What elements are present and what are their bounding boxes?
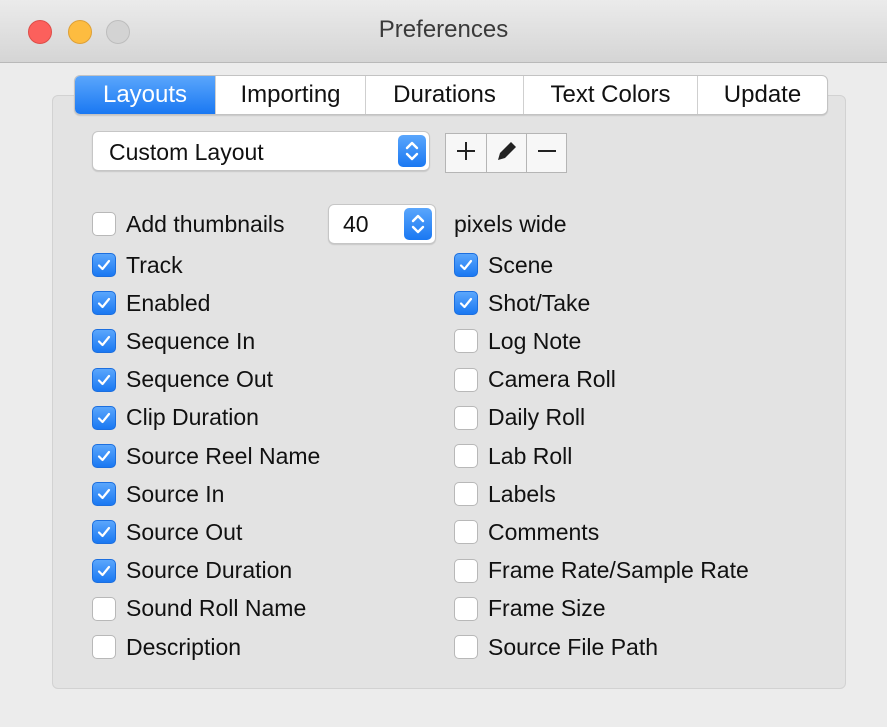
title-bar[interactable]: Preferences	[0, 0, 887, 63]
comments-label: Comments	[488, 518, 600, 545]
lab-roll-label: Lab Roll	[488, 442, 573, 469]
camera-roll-checkbox[interactable]: Camera Roll	[454, 363, 616, 397]
layout-select[interactable]: Custom Layout	[92, 131, 430, 171]
source-reel-name-label: Source Reel Name	[126, 442, 321, 469]
pencil-icon	[495, 139, 519, 168]
enabled-checkbox[interactable]: Enabled	[92, 286, 210, 320]
checkbox[interactable]	[92, 329, 116, 354]
frame-size-label: Frame Size	[488, 595, 606, 622]
frame-rate-sample-rate-label: Frame Rate/Sample Rate	[488, 557, 749, 584]
sequence-in-checkbox[interactable]: Sequence In	[92, 324, 255, 358]
tab-durations[interactable]: Durations	[365, 76, 523, 114]
updown-chevron-icon[interactable]	[404, 208, 432, 240]
shot-take-label: Shot/Take	[488, 289, 591, 316]
checkbox[interactable]	[92, 367, 116, 392]
checkbox[interactable]	[454, 291, 478, 316]
checkbox[interactable]	[92, 444, 116, 468]
checkbox[interactable]	[454, 405, 478, 430]
source-in-checkbox[interactable]: Source In	[92, 477, 224, 511]
tab-layouts[interactable]: Layouts	[75, 76, 215, 114]
add-thumbnails-checkbox[interactable]: Add thumbnails	[92, 207, 285, 241]
log-note-label: Log Note	[488, 327, 582, 354]
scene-checkbox[interactable]: Scene	[454, 248, 553, 282]
checkbox[interactable]	[92, 635, 116, 659]
layout-toolbar	[445, 133, 567, 173]
daily-roll-checkbox[interactable]: Daily Roll	[454, 401, 585, 435]
sound-roll-name-checkbox[interactable]: Sound Roll Name	[92, 592, 306, 626]
comments-checkbox[interactable]: Comments	[454, 515, 599, 549]
camera-roll-label: Camera Roll	[488, 366, 616, 393]
layout-select-value: Custom Layout	[109, 139, 264, 165]
track-checkbox[interactable]: Track	[92, 248, 183, 282]
clip-duration-label: Clip Duration	[126, 404, 259, 431]
checkbox[interactable]	[92, 596, 116, 621]
add-layout-button[interactable]	[446, 134, 486, 172]
sequence-out-label: Sequence Out	[126, 366, 274, 393]
checkbox[interactable]	[92, 405, 116, 430]
checkbox[interactable]	[92, 520, 116, 545]
thumbnail-width-value: 40	[343, 211, 369, 237]
checkbox[interactable]	[454, 520, 478, 545]
clip-duration-checkbox[interactable]: Clip Duration	[92, 401, 259, 435]
description-checkbox[interactable]: Description	[92, 630, 241, 664]
preferences-window: Preferences Layouts Importing Durations …	[0, 0, 887, 727]
enabled-label: Enabled	[126, 289, 211, 316]
tab-importing[interactable]: Importing	[215, 76, 365, 114]
log-note-checkbox[interactable]: Log Note	[454, 324, 581, 358]
sound-roll-name-label: Sound Roll Name	[126, 595, 307, 622]
frame-size-checkbox[interactable]: Frame Size	[454, 592, 606, 626]
edit-layout-button[interactable]	[486, 134, 526, 172]
remove-layout-button[interactable]	[526, 134, 566, 172]
daily-roll-label: Daily Roll	[488, 404, 586, 431]
source-reel-name-checkbox[interactable]: Source Reel Name	[92, 439, 320, 473]
plus-icon	[455, 140, 477, 167]
source-out-label: Source Out	[126, 518, 243, 545]
checkbox[interactable]	[454, 482, 478, 507]
thumbnail-width-stepper[interactable]: 40	[328, 204, 436, 244]
description-label: Description	[126, 633, 242, 660]
minus-icon	[536, 140, 558, 167]
source-out-checkbox[interactable]: Source Out	[92, 515, 242, 549]
labels-checkbox[interactable]: Labels	[454, 477, 556, 511]
checkbox[interactable]	[92, 212, 116, 236]
checkbox[interactable]	[92, 558, 116, 583]
checkbox[interactable]	[454, 596, 478, 621]
checkbox[interactable]	[454, 253, 478, 277]
lab-roll-checkbox[interactable]: Lab Roll	[454, 439, 572, 473]
updown-chevron-icon[interactable]	[398, 135, 426, 167]
pixels-wide-label: pixels wide	[454, 211, 567, 237]
sequence-in-label: Sequence In	[126, 327, 256, 354]
checkbox[interactable]	[92, 291, 116, 316]
source-in-label: Source In	[126, 480, 225, 507]
source-duration-checkbox[interactable]: Source Duration	[92, 554, 292, 588]
track-label: Track	[126, 251, 183, 278]
source-duration-label: Source Duration	[126, 557, 293, 584]
sequence-out-checkbox[interactable]: Sequence Out	[92, 363, 273, 397]
add-thumbnails-label: Add thumbnails	[126, 210, 285, 237]
frame-rate-sample-rate-checkbox[interactable]: Frame Rate/Sample Rate	[454, 554, 749, 588]
tab-text-colors[interactable]: Text Colors	[523, 76, 697, 114]
checkbox[interactable]	[454, 367, 478, 392]
checkbox[interactable]	[92, 253, 116, 277]
tab-update[interactable]: Update	[697, 76, 827, 114]
source-file-path-label: Source File Path	[488, 633, 659, 660]
labels-label: Labels	[488, 480, 556, 507]
tab-bar: Layouts Importing Durations Text Colors …	[74, 75, 828, 115]
checkbox[interactable]	[454, 444, 478, 468]
checkbox[interactable]	[454, 329, 478, 354]
scene-label: Scene	[488, 251, 554, 278]
checkbox[interactable]	[92, 482, 116, 507]
shot-take-checkbox[interactable]: Shot/Take	[454, 286, 590, 320]
window-content: Layouts Importing Durations Text Colors …	[0, 63, 887, 727]
source-file-path-checkbox[interactable]: Source File Path	[454, 630, 658, 664]
checkbox[interactable]	[454, 558, 478, 583]
checkbox[interactable]	[454, 635, 478, 659]
window-title: Preferences	[378, 16, 509, 43]
